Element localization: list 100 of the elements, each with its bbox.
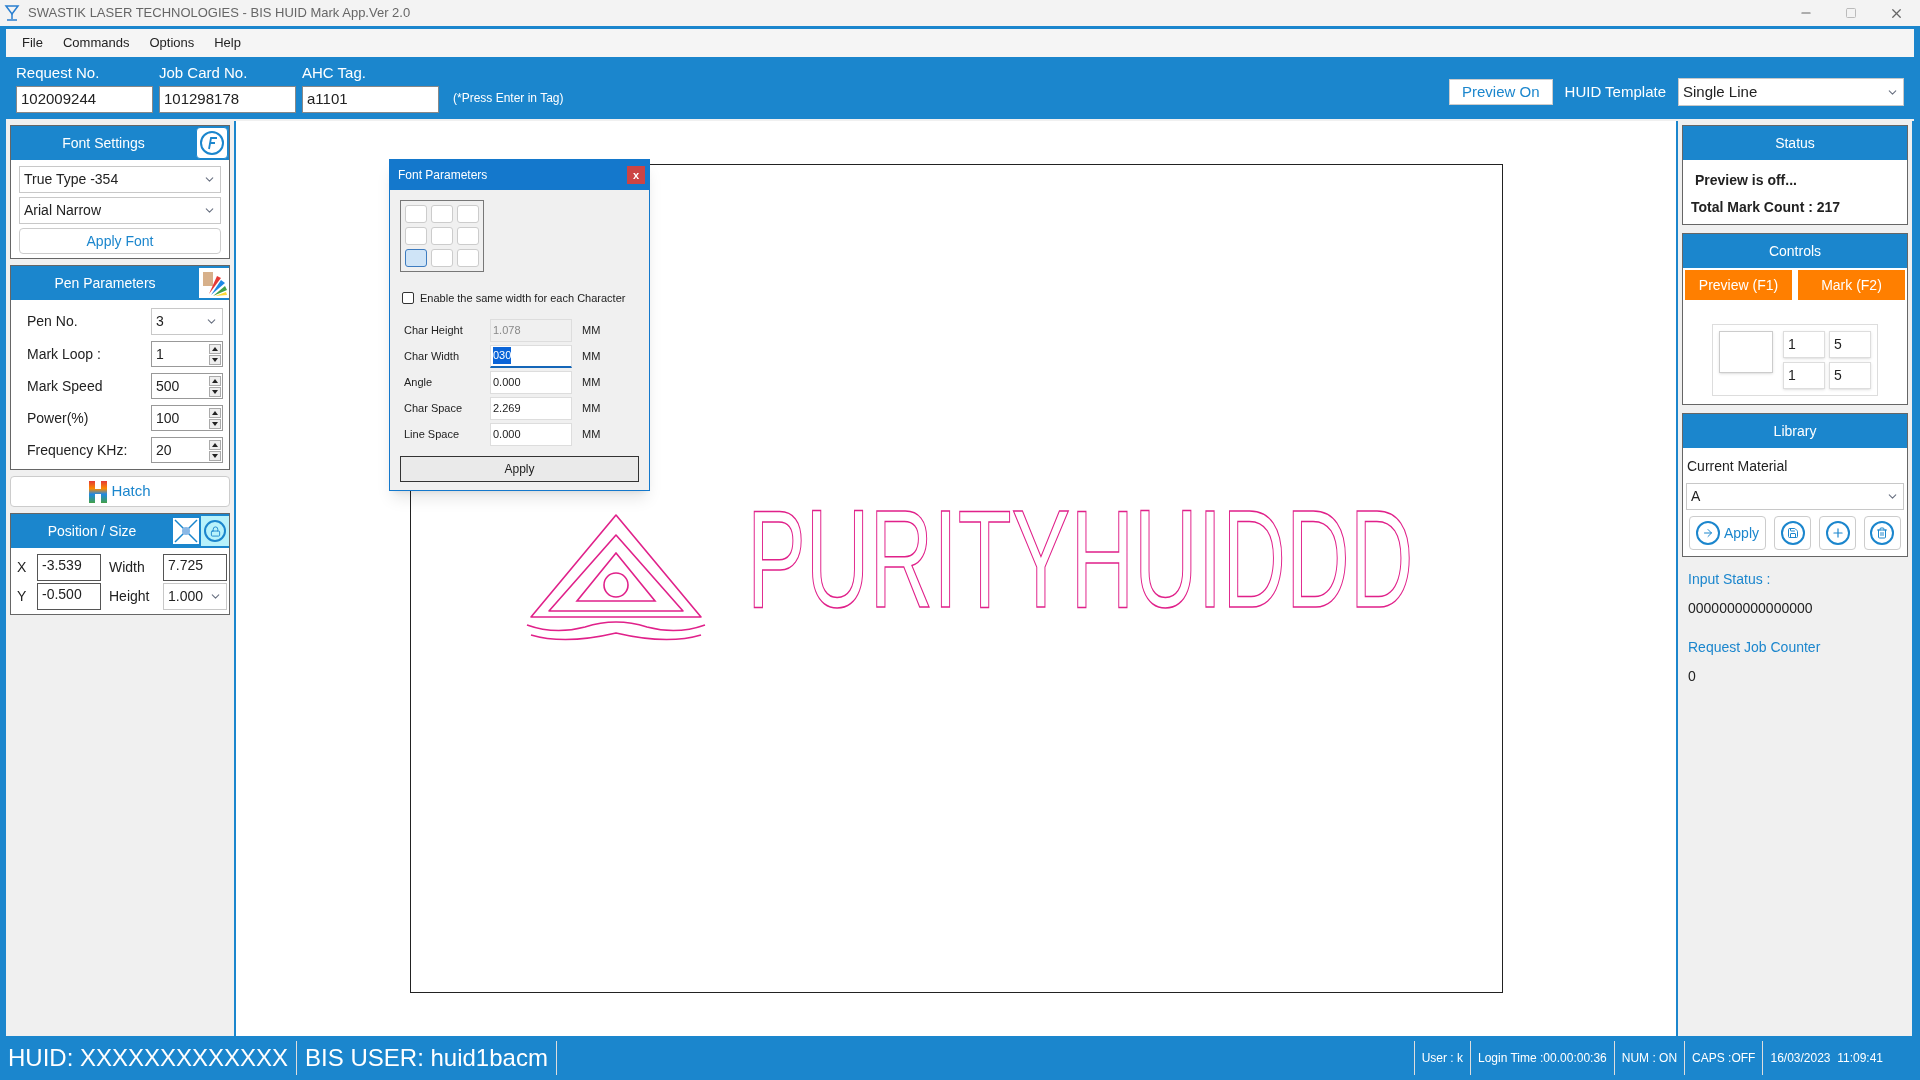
- parameter-label: Char Height: [404, 322, 464, 338]
- add-button[interactable]: [1819, 516, 1856, 550]
- dropdown[interactable]: Single Line: [1678, 78, 1904, 106]
- panel-title: Library: [1772, 421, 1818, 441]
- crosshair-icon[interactable]: [173, 518, 199, 544]
- preview-on-button[interactable]: Preview On: [1449, 79, 1553, 105]
- parameter-field[interactable]: 030: [490, 344, 572, 368]
- lock-button[interactable]: [201, 516, 229, 546]
- status-text: Total Mark Count : 217: [1690, 198, 1842, 217]
- checkbox[interactable]: [402, 292, 414, 305]
- hatch-icon: [89, 480, 108, 503]
- unit-label: MM: [582, 400, 601, 416]
- font-icon[interactable]: [196, 127, 228, 159]
- unit-label: MM: [582, 322, 601, 338]
- dropdown[interactable]: 3: [151, 308, 223, 335]
- panel-title: Position / Size: [46, 521, 138, 541]
- panel-title: Pen Parameters: [53, 273, 157, 293]
- unit-label: MM: [582, 374, 601, 390]
- up-arrow-icon[interactable]: [209, 343, 221, 354]
- status-bar-item: 16/03/2023 11:09:41: [1769, 1050, 1884, 1067]
- parameter-label: Frequency KHz:: [27, 440, 128, 460]
- status-bar-text: HUID: XXXXXXXXXXXXX: [0, 1041, 298, 1075]
- panel-title: Font Settings: [61, 133, 146, 153]
- menu-item[interactable]: Options: [141, 33, 203, 53]
- up-arrow-icon[interactable]: [209, 407, 221, 418]
- status-bar-item: NUM : ON: [1614, 1041, 1686, 1075]
- menu-item[interactable]: Commands: [54, 33, 138, 53]
- number-field[interactable]: 1: [1783, 362, 1825, 389]
- dropdown[interactable]: 1.000: [163, 583, 227, 610]
- hint-text: (*Press Enter in Tag): [453, 90, 564, 107]
- down-arrow-icon[interactable]: [209, 386, 221, 397]
- unit-label: MM: [582, 348, 601, 364]
- number-field[interactable]: 5: [1829, 362, 1871, 389]
- unit-label: MM: [582, 426, 601, 442]
- y-label: Y: [17, 587, 28, 606]
- up-arrow-icon[interactable]: [209, 375, 221, 386]
- status-bar-item: CAPS :OFF: [1685, 1041, 1764, 1075]
- dropdown[interactable]: Arial Narrow: [19, 197, 221, 224]
- down-arrow-icon[interactable]: [209, 450, 221, 461]
- status-bar-text: BIS USER: huid1bacm: [297, 1041, 557, 1075]
- field-label: AHC Tag.: [302, 62, 367, 83]
- field-label: Request No.: [16, 62, 101, 83]
- parameter-label: Pen No.: [27, 312, 78, 331]
- parameter-label: Power(%): [27, 408, 89, 428]
- panel-title: Controls: [1767, 241, 1823, 261]
- lock-icon: [209, 525, 221, 537]
- width-field[interactable]: 7.725: [163, 554, 227, 581]
- parameter-label: Mark Loop :: [27, 344, 101, 364]
- save-button[interactable]: [1774, 516, 1811, 550]
- arrow-right-icon[interactable]: [1696, 521, 1720, 545]
- delete-button[interactable]: [1864, 516, 1901, 550]
- save-icon[interactable]: [1780, 521, 1805, 545]
- status-bar-item: Login Time :00.00:00:36: [1471, 1041, 1615, 1075]
- text-field[interactable]: a1101: [302, 86, 439, 113]
- down-arrow-icon[interactable]: [209, 418, 221, 429]
- request-counter-label: Request Job Counter: [1687, 638, 1822, 657]
- input-status-label: Input Status :: [1687, 570, 1772, 589]
- y-field[interactable]: -0.500: [37, 583, 101, 610]
- number-field[interactable]: 5: [1829, 331, 1871, 358]
- text-field[interactable]: 101298178: [159, 86, 296, 113]
- parameter-field[interactable]: 0.000: [490, 422, 572, 446]
- plus-icon[interactable]: [1825, 521, 1850, 545]
- hatch-button[interactable]: Hatch: [10, 476, 230, 507]
- apply-button[interactable]: Apply: [400, 455, 639, 482]
- parameter-label: Mark Speed: [27, 376, 103, 396]
- parameter-field[interactable]: 0.000: [490, 370, 572, 394]
- parameter-label: Line Space: [404, 426, 461, 442]
- dropdown[interactable]: A: [1686, 483, 1904, 510]
- height-label: Height: [108, 587, 151, 606]
- empty-box: [1719, 331, 1773, 373]
- number-field[interactable]: 1: [1783, 331, 1825, 358]
- checkbox-label: Enable the same width for each Character: [420, 291, 626, 306]
- dropdown[interactable]: True Type -354: [19, 166, 221, 193]
- palette-icon[interactable]: [199, 268, 229, 298]
- parameter-field[interactable]: 2.269: [490, 396, 572, 420]
- spinner-field[interactable]: 20: [151, 437, 223, 463]
- trash-icon[interactable]: [1870, 521, 1895, 545]
- apply-font-button[interactable]: Apply Font: [19, 228, 221, 254]
- spinner-field[interactable]: 100: [151, 405, 223, 431]
- x-field[interactable]: -3.539: [37, 554, 101, 581]
- request-counter-value: 0: [1687, 667, 1697, 686]
- template-label: HUID Template: [1564, 81, 1666, 102]
- down-arrow-icon[interactable]: [209, 354, 221, 365]
- text-field[interactable]: 102009244: [16, 86, 153, 113]
- up-arrow-icon[interactable]: [209, 439, 221, 450]
- parameter-label: Char Width: [404, 348, 461, 364]
- spinner-field[interactable]: 1: [151, 341, 223, 367]
- parameter-label: Char Space: [404, 400, 464, 416]
- menu-item[interactable]: Help: [206, 33, 249, 53]
- alignment-option[interactable]: [405, 249, 427, 267]
- menu-item[interactable]: File: [14, 33, 51, 53]
- close-button[interactable]: x: [627, 166, 645, 184]
- panel-title: Status: [1774, 133, 1816, 153]
- material-label: Current Material: [1686, 457, 1789, 476]
- window-title: SWASTIK LASER TECHNOLOGIES - BIS HUID Mark App.Ver 2.0: [28, 4, 411, 23]
- library-apply-button[interactable]: Apply: [1689, 516, 1767, 550]
- input-status-value: 0000000000000000: [1687, 599, 1814, 618]
- outline-mark-text: PURITYHUIDDD: [747, 489, 1414, 629]
- spinner-field[interactable]: 500: [151, 373, 223, 399]
- status-bar-item: User : k: [1414, 1041, 1471, 1075]
